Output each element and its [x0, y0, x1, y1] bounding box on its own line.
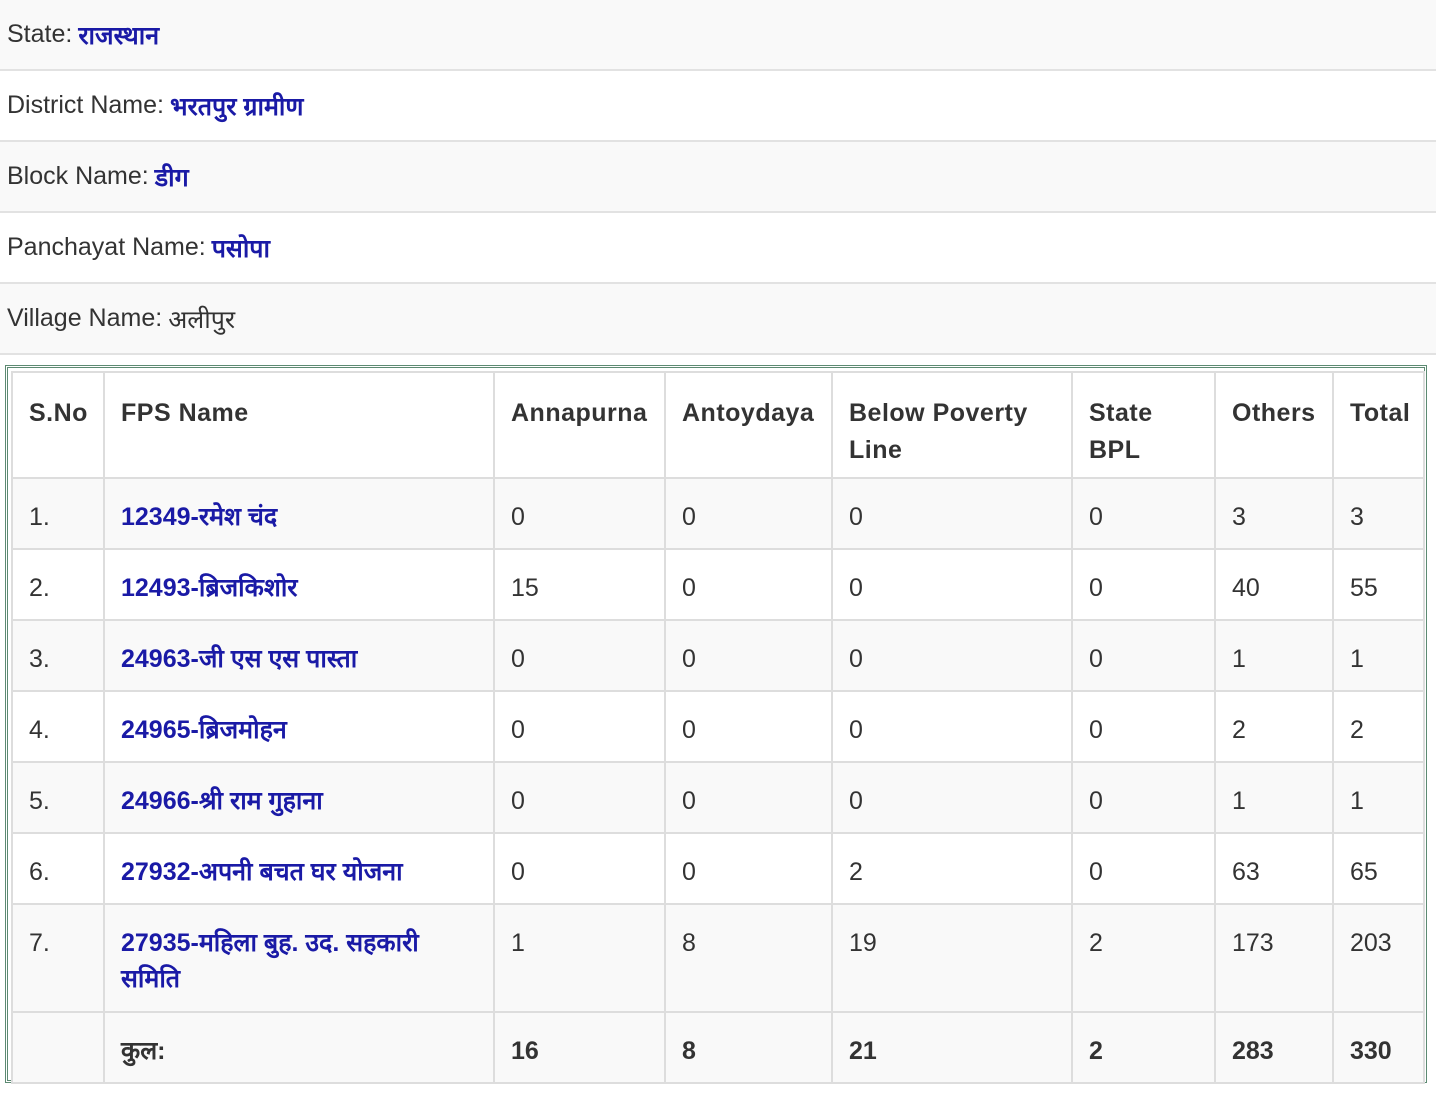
table-row: 6. 27932-अपनी बचत घर योजना 0 0 2 0 63 65	[11, 832, 1425, 905]
cell-annapurna: 0	[493, 619, 666, 692]
block-row: Block Name: डीग	[0, 142, 1436, 213]
cell-total: 65	[1332, 832, 1425, 905]
cell-sno: 7.	[11, 903, 105, 1013]
cell-state-bpl: 0	[1071, 761, 1216, 834]
fps-link[interactable]: 24963-जी एस एस पास्ता	[121, 645, 357, 673]
header-antoydaya: Antoydaya	[664, 371, 833, 479]
cell-antoydaya: 0	[664, 548, 833, 621]
cell-antoydaya: 0	[664, 619, 833, 692]
total-annapurna: 16	[493, 1011, 666, 1084]
cell-antoydaya: 0	[664, 690, 833, 763]
table-row: 1. 12349-रमेश चंद 0 0 0 0 3 3	[11, 477, 1425, 550]
cell-annapurna: 0	[493, 477, 666, 550]
cell-others: 2	[1214, 690, 1334, 763]
cell-annapurna: 1	[493, 903, 666, 1013]
state-label: State:	[7, 20, 73, 48]
cell-sno: 5.	[11, 761, 105, 834]
village-value: अलीपुर	[168, 305, 236, 334]
village-label: Village Name:	[7, 304, 163, 332]
cell-bpl: 0	[831, 761, 1073, 834]
cell-total: 1	[1332, 761, 1425, 834]
table-header-row: S.No FPS Name Annapurna Antoydaya Below …	[11, 371, 1425, 479]
cell-bpl: 0	[831, 477, 1073, 550]
cell-state-bpl: 0	[1071, 690, 1216, 763]
cell-state-bpl: 0	[1071, 832, 1216, 905]
panchayat-value[interactable]: पसोपा	[212, 231, 270, 265]
totals-row: कुल: 16 8 21 2 283 330	[11, 1011, 1425, 1084]
total-antoydaya: 8	[664, 1011, 833, 1084]
header-bpl: Below Poverty Line	[831, 371, 1073, 479]
total-bpl: 21	[831, 1011, 1073, 1084]
header-sno: S.No	[11, 371, 105, 479]
cell-sno: 4.	[11, 690, 105, 763]
block-label: Block Name:	[7, 162, 149, 190]
cell-antoydaya: 8	[664, 903, 833, 1013]
fps-table: S.No FPS Name Annapurna Antoydaya Below …	[11, 371, 1425, 1084]
table-row: 2. 12493-ब्रिजकिशोर 15 0 0 0 40 55	[11, 548, 1425, 621]
location-info: State: राजस्थान District Name: भरतपुर ग्…	[0, 0, 1436, 355]
panchayat-label: Panchayat Name:	[7, 233, 206, 261]
cell-others: 173	[1214, 903, 1334, 1013]
fps-table-container: S.No FPS Name Annapurna Antoydaya Below …	[5, 365, 1427, 1084]
cell-sno: 6.	[11, 832, 105, 905]
district-value[interactable]: भरतपुर ग्रामीण	[170, 89, 304, 123]
cell-others: 3	[1214, 477, 1334, 550]
cell-total: 2	[1332, 690, 1425, 763]
cell-sno: 1.	[11, 477, 105, 550]
cell-annapurna: 0	[493, 761, 666, 834]
table-row: 3. 24963-जी एस एस पास्ता 0 0 0 0 1 1	[11, 619, 1425, 692]
cell-annapurna: 15	[493, 548, 666, 621]
fps-link[interactable]: 12349-रमेश चंद	[121, 503, 277, 531]
header-total: Total	[1332, 371, 1425, 479]
total-total: 330	[1332, 1011, 1425, 1084]
state-value[interactable]: राजस्थान	[78, 18, 159, 52]
cell-total: 203	[1332, 903, 1425, 1013]
cell-total: 55	[1332, 548, 1425, 621]
cell-bpl: 0	[831, 548, 1073, 621]
cell-antoydaya: 0	[664, 832, 833, 905]
cell-annapurna: 0	[493, 832, 666, 905]
fps-link[interactable]: 24965-ब्रिजमोहन	[121, 716, 287, 744]
panchayat-row: Panchayat Name: पसोपा	[0, 213, 1436, 284]
fps-link[interactable]: 27935-महिला बुह. उद. सहकारी समिति	[121, 929, 419, 993]
table-row: 5. 24966-श्री राम गुहाना 0 0 0 0 1 1	[11, 761, 1425, 834]
village-row: Village Name: अलीपुर	[0, 284, 1436, 355]
table-row: 4. 24965-ब्रिजमोहन 0 0 0 0 2 2	[11, 690, 1425, 763]
cell-state-bpl: 0	[1071, 548, 1216, 621]
header-state-bpl: State BPL	[1071, 371, 1216, 479]
cell-total: 3	[1332, 477, 1425, 550]
cell-bpl: 19	[831, 903, 1073, 1013]
cell-state-bpl: 0	[1071, 477, 1216, 550]
header-annapurna: Annapurna	[493, 371, 666, 479]
cell-others: 40	[1214, 548, 1334, 621]
block-value[interactable]: डीग	[155, 160, 189, 194]
fps-link[interactable]: 24966-श्री राम गुहाना	[121, 787, 323, 815]
cell-state-bpl: 2	[1071, 903, 1216, 1013]
cell-bpl: 2	[831, 832, 1073, 905]
header-fps-name: FPS Name	[103, 371, 495, 479]
fps-link[interactable]: 12493-ब्रिजकिशोर	[121, 574, 298, 602]
cell-sno: 2.	[11, 548, 105, 621]
cell-others: 1	[1214, 619, 1334, 692]
cell-antoydaya: 0	[664, 477, 833, 550]
totals-label: कुल:	[103, 1011, 495, 1084]
district-row: District Name: भरतपुर ग्रामीण	[0, 71, 1436, 142]
cell-others: 63	[1214, 832, 1334, 905]
total-state-bpl: 2	[1071, 1011, 1216, 1084]
fps-link[interactable]: 27932-अपनी बचत घर योजना	[121, 858, 403, 886]
total-others: 283	[1214, 1011, 1334, 1084]
cell-bpl: 0	[831, 690, 1073, 763]
header-others: Others	[1214, 371, 1334, 479]
cell-bpl: 0	[831, 619, 1073, 692]
cell-sno: 3.	[11, 619, 105, 692]
cell-antoydaya: 0	[664, 761, 833, 834]
state-row: State: राजस्थान	[0, 0, 1436, 71]
cell-annapurna: 0	[493, 690, 666, 763]
cell-others: 1	[1214, 761, 1334, 834]
cell-sno-empty	[11, 1011, 105, 1084]
district-label: District Name:	[7, 91, 164, 119]
cell-state-bpl: 0	[1071, 619, 1216, 692]
table-row: 7. 27935-महिला बुह. उद. सहकारी समिति 1 8…	[11, 903, 1425, 1013]
cell-total: 1	[1332, 619, 1425, 692]
